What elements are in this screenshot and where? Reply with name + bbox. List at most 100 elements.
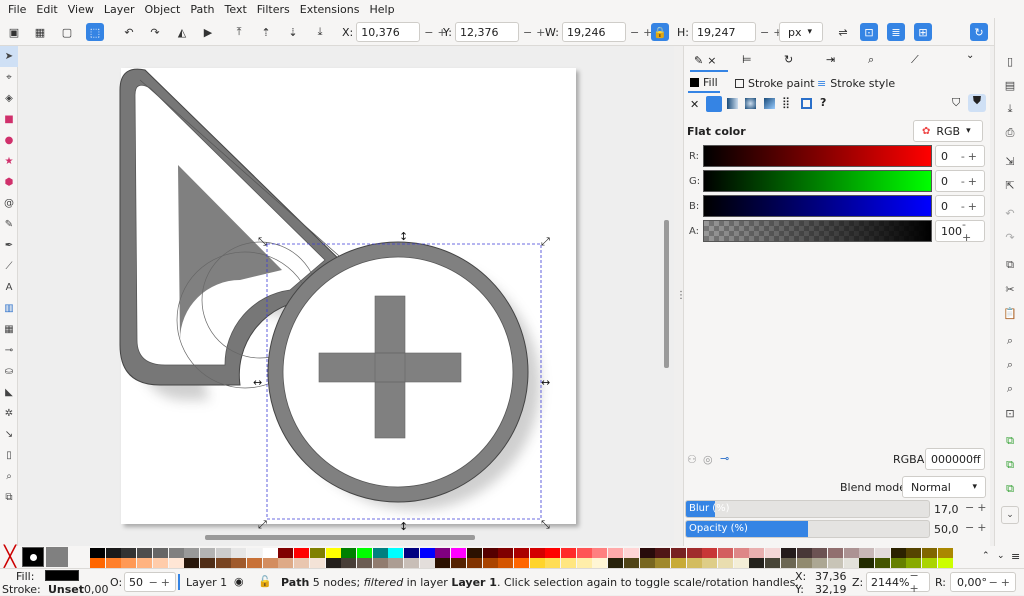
palette-swatch[interactable]: [859, 548, 875, 558]
linear-gradient-icon[interactable]: [727, 98, 738, 109]
panel-menu-chevron-icon[interactable]: ⌄: [966, 50, 990, 70]
channel-b-slider[interactable]: [703, 195, 932, 217]
palette-swatch[interactable]: [137, 558, 153, 568]
tab-transform-icon[interactable]: ↻: [784, 53, 793, 66]
scale-corners-icon[interactable]: ⊡: [860, 23, 878, 41]
palette-swatch[interactable]: [561, 548, 576, 558]
palette-swatch[interactable]: [309, 548, 325, 558]
palette-swatch[interactable]: [718, 548, 733, 558]
palette-swatch[interactable]: [451, 548, 467, 558]
tab-search-icon[interactable]: ⌕: [868, 53, 874, 67]
palette-swatch[interactable]: [875, 548, 890, 558]
palette-swatch[interactable]: [937, 558, 953, 568]
palette-swatch[interactable]: [404, 558, 419, 568]
palette-swatch[interactable]: [482, 548, 498, 558]
copy-icon[interactable]: ⧉: [1001, 256, 1019, 274]
palette-swatch[interactable]: [561, 558, 576, 568]
palette-swatch[interactable]: [341, 548, 357, 558]
channel-b-input[interactable]: 0 -+: [935, 195, 985, 217]
palette-swatch[interactable]: [780, 558, 796, 568]
palette-swatch[interactable]: [545, 548, 561, 558]
palette-swatch[interactable]: [545, 558, 561, 568]
save-document-icon[interactable]: ⤓: [1001, 100, 1019, 118]
zoom-drawing-icon[interactable]: ⌕: [1001, 356, 1019, 374]
palette-swatch[interactable]: [199, 548, 215, 558]
palette-swatch[interactable]: [576, 558, 592, 568]
layer-select[interactable]: Layer 1: [186, 576, 227, 589]
h-input[interactable]: 19,247: [691, 22, 756, 42]
palette-swatch[interactable]: [686, 548, 702, 558]
gray-swatch[interactable]: [46, 547, 68, 567]
scale-stroke-icon[interactable]: ⇌: [834, 23, 852, 41]
palette-swatch[interactable]: [294, 548, 310, 558]
snap-toggle-icon[interactable]: ↻: [970, 23, 988, 41]
palette-swatch[interactable]: [749, 548, 765, 558]
zoom-width-icon[interactable]: ⊡: [1001, 404, 1019, 422]
opacity-stepper[interactable]: −+: [965, 521, 989, 534]
rotation-stepper[interactable]: −+: [989, 576, 1013, 589]
paste-icon[interactable]: 📋: [1001, 304, 1019, 322]
palette-swatch[interactable]: [859, 558, 875, 568]
palette-swatch[interactable]: [121, 558, 137, 568]
channel-r-slider[interactable]: [703, 145, 932, 167]
fill-rule-evenodd-icon[interactable]: ⛉: [952, 96, 960, 110]
palette-swatch[interactable]: [498, 558, 514, 568]
channel-a-slider[interactable]: [703, 220, 932, 242]
palette-swatch[interactable]: [843, 558, 859, 568]
palette-swatch[interactable]: [796, 558, 812, 568]
stroke-value[interactable]: Unset: [48, 583, 84, 596]
palette-menu-icon[interactable]: ≡: [1011, 550, 1020, 563]
blur-stepper[interactable]: −+: [965, 501, 989, 514]
cut-icon[interactable]: ✂: [1001, 280, 1019, 298]
channel-b-stepper[interactable]: -+: [961, 200, 980, 213]
tab-fill[interactable]: Fill: [688, 76, 720, 93]
palette-swatch[interactable]: [152, 558, 168, 568]
palette-swatch[interactable]: [670, 548, 686, 558]
palette-swatch[interactable]: [498, 548, 514, 558]
palette-swatch[interactable]: [576, 548, 592, 558]
palette-swatch[interactable]: [529, 558, 545, 568]
palette-swatch[interactable]: [749, 558, 765, 568]
palette-swatch[interactable]: [105, 548, 121, 558]
palette-scroll-down-icon[interactable]: ⌄: [997, 551, 1005, 561]
print-icon[interactable]: ⎙: [1001, 124, 1019, 142]
palette-swatch[interactable]: [639, 548, 655, 558]
palette-swatch[interactable]: [906, 548, 922, 558]
tab-fill-stroke[interactable]: ✎ ×: [690, 50, 728, 72]
horizontal-scrollbar[interactable]: [205, 535, 475, 540]
palette-swatch[interactable]: [356, 558, 372, 568]
palette-swatch[interactable]: [592, 558, 608, 568]
vertical-scrollbar[interactable]: [664, 220, 669, 368]
palette-swatch[interactable]: [341, 558, 357, 568]
palette-swatch[interactable]: [796, 548, 812, 558]
swatch-icon[interactable]: [801, 98, 812, 109]
palette-swatch[interactable]: [262, 558, 278, 568]
opacity-value[interactable]: 50,0: [934, 523, 959, 536]
palette-swatch[interactable]: [231, 558, 247, 568]
zoom-selection-icon[interactable]: ⌕: [1001, 332, 1019, 350]
palette-swatch[interactable]: [294, 558, 310, 568]
palette-swatch[interactable]: [623, 558, 639, 568]
fill-indicator[interactable]: [45, 570, 79, 581]
palette-swatch[interactable]: [655, 548, 671, 558]
palette-swatch[interactable]: [262, 548, 278, 558]
palette-swatch[interactable]: [388, 548, 404, 558]
palette-swatch[interactable]: [152, 548, 168, 558]
palette-swatch[interactable]: [325, 558, 341, 568]
palette-swatch[interactable]: [90, 548, 105, 558]
palette-swatch[interactable]: [184, 558, 200, 568]
more-commands-icon[interactable]: ⌄: [1001, 506, 1019, 524]
pattern-icon[interactable]: ⣿: [782, 96, 790, 109]
drawing[interactable]: ⤡ ↕ ⤢ ↔ ↔ ⤢ ↕ ⤡: [0, 0, 680, 546]
palette-swatch[interactable]: [623, 548, 639, 558]
palette-swatch[interactable]: [718, 558, 733, 568]
tab-xml-icon[interactable]: ⟋: [911, 53, 919, 67]
duplicate-icon[interactable]: ⧉: [1001, 432, 1019, 450]
layer-visibility-icon[interactable]: ◉: [234, 575, 244, 588]
palette-swatch[interactable]: [215, 548, 231, 558]
palette-swatch[interactable]: [812, 548, 828, 558]
palette-swatch[interactable]: [702, 548, 718, 558]
zoom-stepper[interactable]: −+: [909, 569, 927, 595]
palette-swatch[interactable]: [168, 558, 184, 568]
channel-r-stepper[interactable]: -+: [961, 150, 980, 163]
